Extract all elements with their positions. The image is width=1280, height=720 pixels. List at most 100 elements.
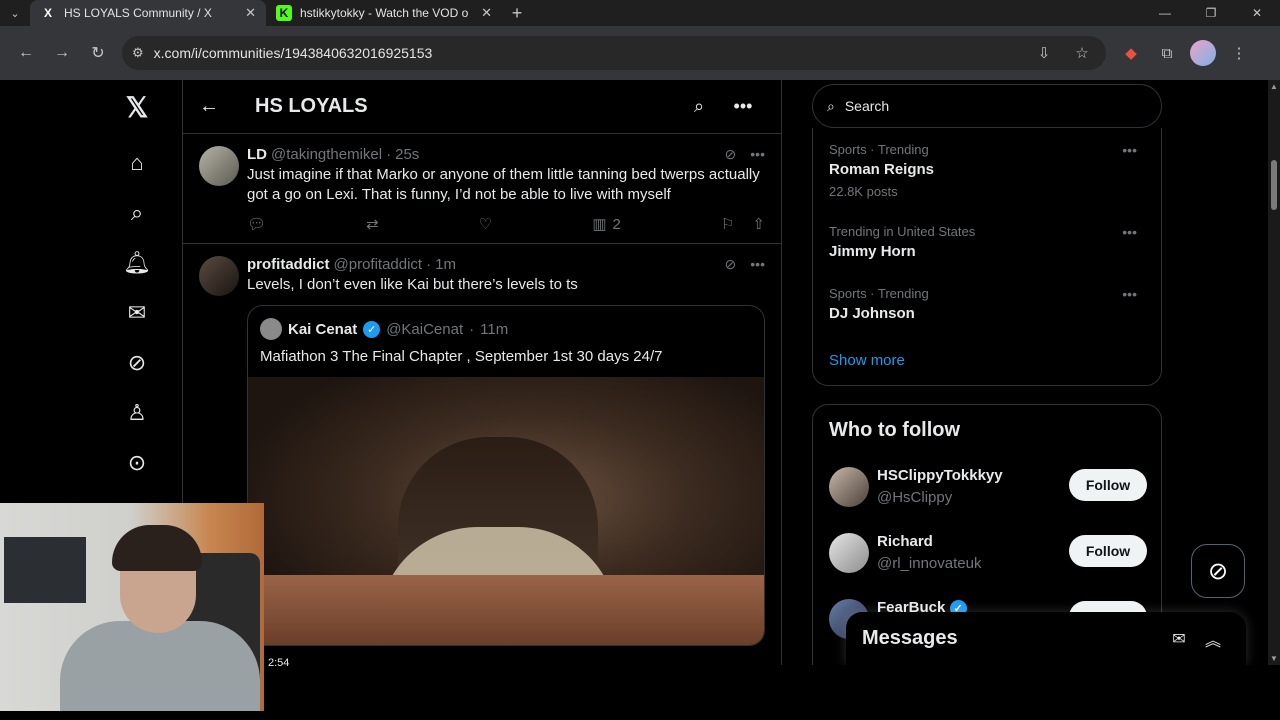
address-bar[interactable]: ⚙ x.com/i/communities/194384063201692515… — [122, 36, 1106, 70]
trend-name: Jimmy Horn — [829, 243, 916, 260]
quote-video[interactable] — [248, 377, 764, 645]
post-text: Just imagine if that Marko or anyone of … — [247, 166, 760, 203]
follow-suggestion[interactable]: HSClippyTokkkyy @HsClippy Follow — [829, 465, 1147, 511]
expand-chevron-icon[interactable]: ︽ — [1196, 627, 1230, 651]
post-author-name[interactable]: LD — [247, 146, 267, 163]
post-author-handle[interactable]: @profitaddict — [334, 256, 423, 273]
grok-icon[interactable]: ⊘ — [725, 256, 737, 273]
extension-fox-icon[interactable]: ◆ — [1118, 40, 1144, 66]
extensions-puzzle-icon[interactable]: ⧉ — [1154, 40, 1180, 66]
home-icon[interactable]: ⌂ — [122, 148, 152, 178]
scroll-down-icon[interactable]: ▼ — [1270, 654, 1278, 663]
like-icon[interactable]: ♡ — [479, 215, 492, 233]
follow-button[interactable]: Follow — [1069, 535, 1147, 567]
avatar[interactable] — [829, 533, 869, 573]
close-tab-icon[interactable]: ✕ — [245, 5, 256, 21]
quote-time: 11m — [480, 320, 509, 338]
search-icon[interactable]: ⌕ — [122, 198, 152, 228]
bell-icon[interactable]: 🔔︎ — [122, 248, 152, 278]
grok-icon[interactable]: ⊘ — [122, 348, 152, 378]
show-more-link[interactable]: Show more — [829, 352, 905, 369]
mail-icon[interactable]: ✉ — [122, 298, 152, 328]
user-handle: @rl_innovateuk — [877, 555, 982, 572]
community-timeline: ← HS LOYALS ⌕ ••• LD @takingthemikel · 2… — [182, 80, 782, 665]
new-message-icon[interactable]: ✉ — [1162, 629, 1196, 649]
avatar[interactable] — [829, 467, 869, 507]
more-icon[interactable]: ••• — [721, 96, 765, 117]
avatar — [260, 318, 282, 340]
search-icon[interactable]: ⌕ — [677, 96, 721, 117]
user-name: Richard — [877, 533, 933, 550]
person-icon[interactable]: ♙ — [122, 398, 152, 428]
page-scrollbar[interactable]: ▲ ▼ — [1268, 80, 1280, 665]
profile-avatar[interactable] — [1190, 40, 1216, 66]
grok-floating-button[interactable]: ⊘ — [1191, 544, 1245, 598]
trend-context: Sports · Trending — [829, 142, 929, 157]
extensions-area: ◆ ⧉ ⋮ — [1118, 40, 1252, 66]
views-button[interactable]: ▥ 2 — [592, 215, 621, 234]
follow-suggestion[interactable]: Richard @rl_innovateuk Follow — [829, 531, 1147, 577]
chrome-menu-icon[interactable]: ⋮ — [1226, 40, 1252, 66]
trend-count: 22.8K posts — [829, 184, 898, 199]
avatar[interactable] — [199, 256, 239, 296]
trend-context: Sports · Trending — [829, 286, 929, 301]
restore-icon[interactable]: ❐ — [1188, 0, 1234, 26]
browser-tab-bar: ⌄ X HS LOYALS Community / X ✕ K hstikkyt… — [0, 0, 1280, 26]
trend-name: Roman Reigns — [829, 161, 935, 178]
grok-icon[interactable]: ⊘ — [725, 146, 737, 163]
x-favicon-icon: X — [43, 6, 52, 20]
more-icon[interactable]: ••• — [1122, 142, 1137, 158]
new-tab-button[interactable]: + — [502, 0, 532, 26]
kick-favicon-icon: K — [276, 5, 292, 21]
scroll-up-icon[interactable]: ▲ — [1270, 82, 1278, 91]
follow-button[interactable]: Follow — [1069, 469, 1147, 501]
post-author-name[interactable]: profitaddict — [247, 256, 330, 273]
quote-author-name: Kai Cenat — [288, 320, 358, 338]
post[interactable]: LD @takingthemikel · 25s ⊘ ••• Just imag… — [183, 134, 781, 244]
post-text: Levels, I don’t even like Kai but there’… — [247, 276, 578, 293]
x-logo-icon[interactable]: 𝕏 — [122, 92, 152, 123]
messages-drawer[interactable]: Messages ✉ ︽ — [846, 612, 1246, 665]
scrollbar-thumb[interactable] — [1271, 160, 1277, 210]
install-app-icon[interactable]: ⇩ — [1030, 44, 1058, 62]
avatar[interactable] — [199, 146, 239, 186]
trends-panel: Sports · Trending Roman Reigns 22.8K pos… — [812, 128, 1162, 386]
quote-text: Mafiathon 3 The Final Chapter , Septembe… — [260, 348, 663, 365]
search-input[interactable]: ⌕ Search — [812, 84, 1162, 128]
user-name: HSClippyTokkkyy — [877, 467, 1003, 484]
trend-item[interactable]: Trending in United States Jimmy Horn ••• — [829, 224, 1147, 260]
minimize-icon[interactable]: — — [1142, 0, 1188, 26]
views-count: 2 — [612, 215, 621, 233]
close-window-icon[interactable]: ✕ — [1234, 0, 1280, 26]
post[interactable]: profitaddict @profitaddict · 1m ⊘ ••• Le… — [183, 244, 781, 646]
post-time[interactable]: 1m — [435, 256, 456, 273]
repost-icon[interactable]: ⇄ — [366, 215, 379, 233]
more-icon[interactable]: ••• — [750, 146, 765, 163]
post-author-handle[interactable]: @takingthemikel — [271, 146, 382, 163]
webcam-overlay — [0, 503, 264, 711]
close-tab-icon[interactable]: ✕ — [481, 5, 492, 21]
reload-icon[interactable]: ↻ — [80, 35, 116, 71]
quoted-post[interactable]: Kai Cenat ✓ @KaiCenat · 11m Mafiathon 3 … — [247, 305, 765, 646]
more-circle-icon[interactable]: ⊙ — [122, 448, 152, 478]
share-icon[interactable]: ⇧ — [752, 215, 765, 233]
more-icon[interactable]: ••• — [1122, 224, 1137, 240]
trend-item[interactable]: Sports · Trending DJ Johnson ••• — [829, 286, 1147, 322]
browser-tab-x[interactable]: X HS LOYALS Community / X ✕ — [30, 0, 266, 26]
bookmark-icon[interactable]: ⚐ — [721, 215, 734, 233]
site-info-icon[interactable]: ⚙ — [132, 45, 144, 61]
more-icon[interactable]: ••• — [1122, 286, 1137, 302]
url-text[interactable]: x.com/i/communities/1943840632016925153 — [154, 45, 1020, 61]
search-placeholder: Search — [844, 98, 890, 114]
section-title: Who to follow — [829, 419, 961, 441]
post-time[interactable]: 25s — [395, 146, 419, 163]
browser-tab-kick[interactable]: K hstikkytokky - Watch the VOD o ✕ — [266, 0, 502, 26]
more-icon[interactable]: ••• — [750, 256, 765, 273]
forward-icon[interactable]: → — [44, 35, 80, 71]
reply-icon[interactable]: 💬︎ — [247, 215, 266, 233]
back-arrow-icon[interactable]: ← — [199, 95, 239, 118]
bookmark-star-icon[interactable]: ☆ — [1068, 44, 1096, 62]
back-icon[interactable]: ← — [8, 35, 44, 71]
trend-item[interactable]: Sports · Trending Roman Reigns 22.8K pos… — [829, 142, 1147, 199]
tab-search-icon[interactable]: ⌄ — [0, 0, 30, 26]
